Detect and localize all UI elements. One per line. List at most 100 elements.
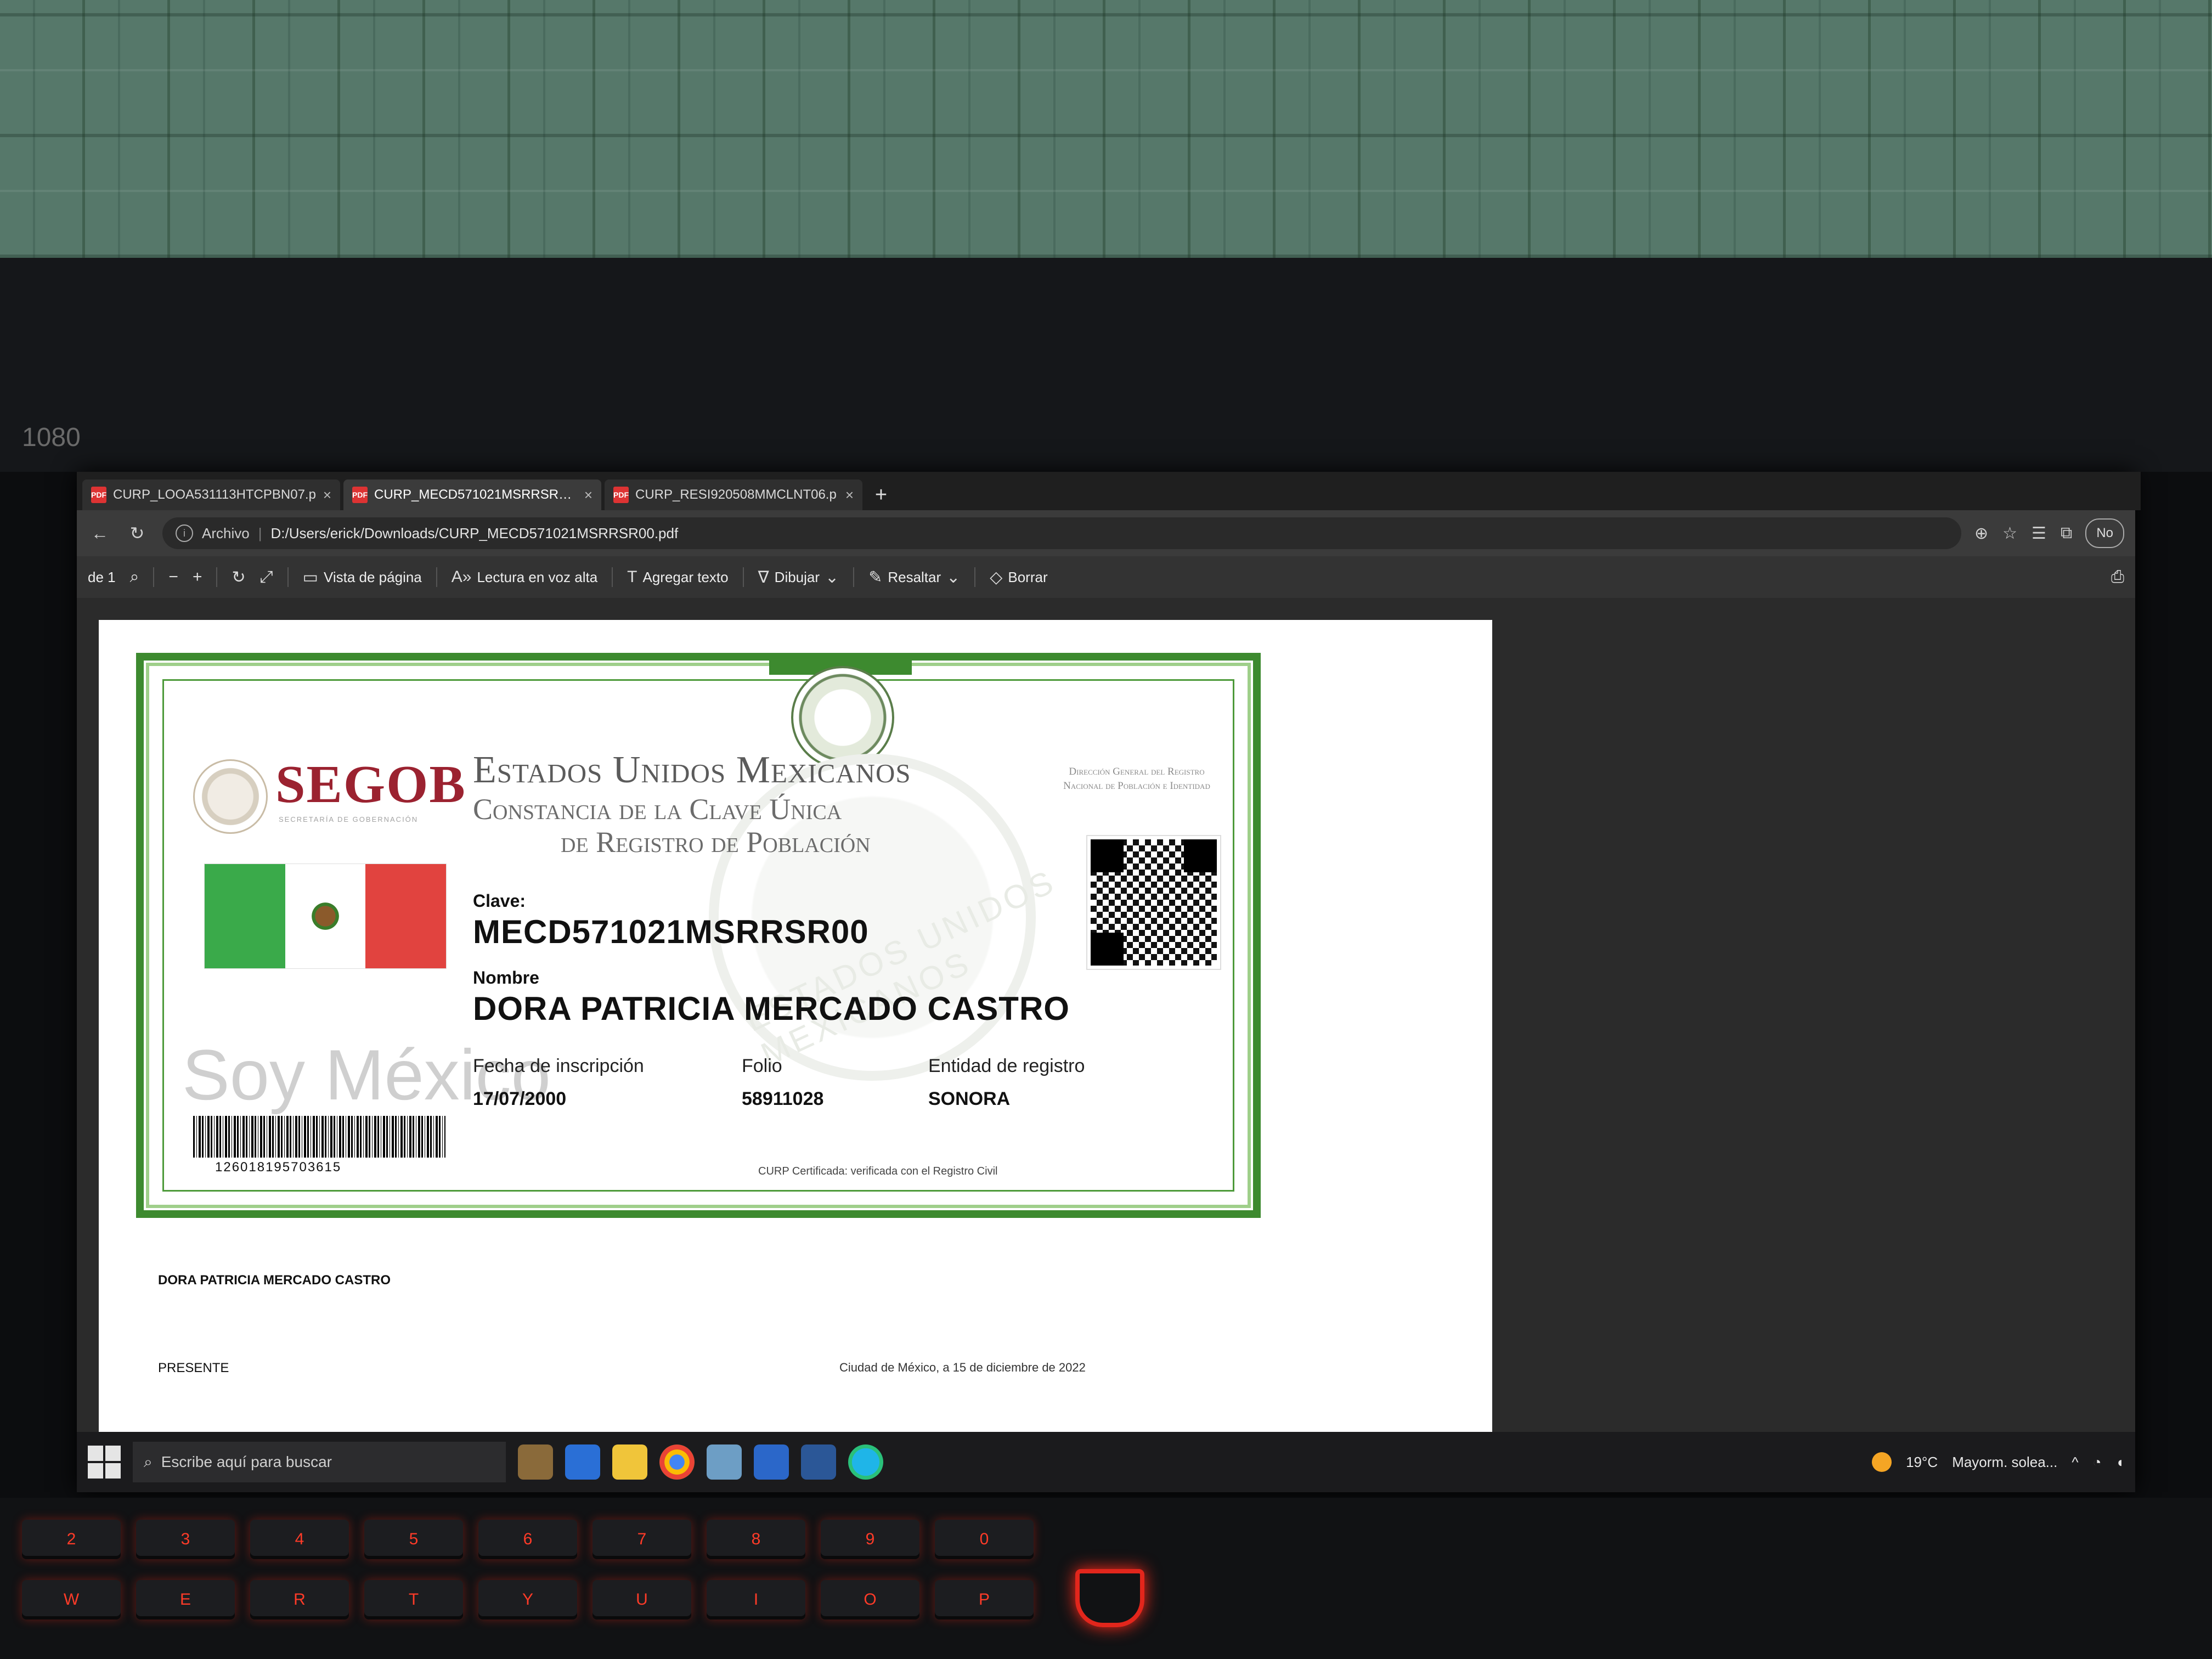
laptop-logo-led xyxy=(1075,1569,1144,1627)
entidad-registro-value: SONORA xyxy=(928,1088,1011,1109)
divider xyxy=(742,567,744,587)
favorite-icon[interactable]: ☆ xyxy=(2002,524,2017,543)
segob-subtitle: SECRETARÍA DE GOBERNACIÓN xyxy=(279,815,419,823)
keyboard-key: 2 xyxy=(22,1520,121,1559)
flag-red-stripe xyxy=(365,864,447,968)
divider xyxy=(612,567,613,587)
clave-label: Clave: xyxy=(473,891,526,911)
fit-page-icon[interactable]: ⤢ xyxy=(260,568,273,586)
zoom-in-button[interactable]: + xyxy=(193,568,202,586)
game-app-icon[interactable] xyxy=(518,1444,553,1480)
browser-tab-active[interactable]: PDF CURP_MECD571021MSRRSR00.p × xyxy=(343,479,601,510)
favorites-list-icon[interactable]: ☰ xyxy=(2032,524,2046,543)
url-scheme: Archivo xyxy=(202,524,250,541)
chevron-down-icon[interactable]: ⌄ xyxy=(946,568,960,587)
certificate-subtitle-2: de Registro de Población xyxy=(561,826,871,859)
divider xyxy=(853,567,855,587)
tab-label: CURP_MECD571021MSRRSR00.p xyxy=(374,487,578,502)
chrome-icon[interactable] xyxy=(659,1444,695,1480)
windows-start-icon[interactable] xyxy=(88,1446,121,1479)
page-view-icon: ▭ xyxy=(302,568,318,586)
profile-pill[interactable]: No xyxy=(2085,518,2124,548)
place-date: Ciudad de México, a 15 de diciembre de 2… xyxy=(839,1361,1086,1374)
read-aloud-label: Lectura en voz alta xyxy=(477,568,598,585)
vscode-icon[interactable] xyxy=(565,1444,600,1480)
weather-text[interactable]: Mayorm. solea... xyxy=(1952,1454,2057,1471)
erase-button[interactable]: ◇ Borrar xyxy=(990,568,1047,587)
info-icon[interactable]: i xyxy=(176,524,193,542)
nombre-value: DORA PATRICIA MERCADO CASTRO xyxy=(473,990,1070,1027)
tray-arrow-icon[interactable]: ^ xyxy=(2072,1454,2078,1471)
word-icon[interactable] xyxy=(801,1444,836,1480)
zoom-icon[interactable]: ⊕ xyxy=(1974,524,1988,543)
erase-label: Borrar xyxy=(1008,568,1048,585)
url-field[interactable]: i Archivo | D:/Users/erick/Downloads/CUR… xyxy=(162,517,1961,549)
keyboard-key: R xyxy=(250,1580,349,1620)
zoom-out-button[interactable]: − xyxy=(168,568,178,586)
close-icon[interactable]: × xyxy=(845,487,854,504)
keyboard-key: 3 xyxy=(136,1520,235,1559)
close-icon[interactable]: × xyxy=(584,487,592,504)
pdf-icon: PDF xyxy=(352,487,368,503)
agency-name: Dirección General del Registro Nacional … xyxy=(1063,766,1210,792)
draw-label: Dibujar xyxy=(774,568,820,585)
browser-tab[interactable]: PDF CURP_LOOA531113HTCPBN07.p × xyxy=(82,479,340,510)
add-text-button[interactable]: T Agregar texto xyxy=(627,568,728,586)
page-view-button[interactable]: ▭ Vista de página xyxy=(303,568,422,587)
highlight-button[interactable]: ✎ Resaltar ⌄ xyxy=(868,568,960,587)
entidad-registro-label: Entidad de registro xyxy=(928,1056,1085,1076)
presente-text: PRESENTE xyxy=(158,1361,229,1375)
network-icon[interactable]: ◔ xyxy=(2093,1454,2102,1471)
keyboard-key: 0 xyxy=(935,1520,1034,1559)
pdf-icon: PDF xyxy=(91,487,106,503)
url-text: D:/Users/erick/Downloads/CURP_MECD571021… xyxy=(270,524,679,541)
clave-value: MECD571021MSRRSR00 xyxy=(473,913,869,950)
fecha-inscripcion-label: Fecha de inscripción xyxy=(473,1056,644,1076)
certificate-subtitle-1: Constancia de la Clave Única xyxy=(473,793,842,826)
keyboard-key: 7 xyxy=(592,1520,691,1559)
temperature: 19°C xyxy=(1906,1453,1938,1470)
keyboard-key: W xyxy=(22,1580,121,1620)
search-icon[interactable]: ⌕ xyxy=(130,568,139,586)
read-aloud-icon: A» xyxy=(451,568,472,586)
divider xyxy=(436,567,437,587)
add-text-label: Agregar texto xyxy=(642,568,729,585)
collections-icon[interactable]: ⧉ xyxy=(2061,524,2072,543)
divider xyxy=(974,567,976,587)
addressee-name: DORA PATRICIA MERCADO CASTRO xyxy=(158,1273,391,1288)
browser-tab-bar: PDF CURP_LOOA531113HTCPBN07.p × PDF CURP… xyxy=(77,472,2141,510)
remote-desktop-icon[interactable] xyxy=(754,1444,789,1480)
print-icon[interactable]: ⎙ xyxy=(2111,568,2124,586)
divider xyxy=(153,567,155,587)
screen: PDF CURP_LOOA531113HTCPBN07.p × PDF CURP… xyxy=(77,472,2141,1492)
close-icon[interactable]: × xyxy=(323,487,331,504)
rotate-icon[interactable]: ↻ xyxy=(232,568,245,587)
taskbar-search[interactable]: ⌕ Escribe aquí para buscar xyxy=(133,1442,506,1482)
certification-note: CURP Certificada: verificada con el Regi… xyxy=(758,1165,998,1177)
chevron-down-icon[interactable]: ⌄ xyxy=(825,568,839,587)
draw-button[interactable]: ∇ Dibujar ⌄ xyxy=(758,568,839,587)
refresh-icon[interactable]: ↻ xyxy=(125,523,149,544)
monitor-bezel: 1080 xyxy=(0,258,2212,472)
keyboard-key: U xyxy=(592,1580,691,1620)
barcode-number: 126018195703615 xyxy=(215,1160,342,1175)
file-explorer-icon[interactable] xyxy=(612,1444,647,1480)
pdf-page: ESTADOS UNIDOS MEXICANOS SEGOB SECRETARÍ… xyxy=(99,620,1492,1432)
text-box-icon: T xyxy=(627,568,637,586)
page-count: de 1 xyxy=(88,568,116,585)
read-aloud-button[interactable]: A» Lectura en voz alta xyxy=(452,568,597,586)
new-tab-button[interactable]: + xyxy=(866,479,896,510)
pdf-toolbar: de 1 ⌕ − + ↻ ⤢ ▭ Vista de página A» Lect… xyxy=(77,556,2135,598)
qr-code xyxy=(1086,835,1221,970)
wall-background xyxy=(0,0,2212,258)
bezel-label: 1080 xyxy=(22,423,81,452)
volume-icon[interactable]: ◖ xyxy=(2115,1454,2124,1471)
back-icon[interactable]: ← xyxy=(88,523,112,544)
eraser-icon: ◇ xyxy=(990,568,1003,586)
segob-logo: SEGOB xyxy=(275,755,466,814)
app-icon[interactable] xyxy=(707,1444,742,1480)
barcode xyxy=(193,1116,445,1158)
browser-tab[interactable]: PDF CURP_RESI920508MMCLNT06.p × xyxy=(605,479,862,510)
edge-icon[interactable] xyxy=(848,1444,883,1480)
search-icon: ⌕ xyxy=(144,1453,153,1470)
